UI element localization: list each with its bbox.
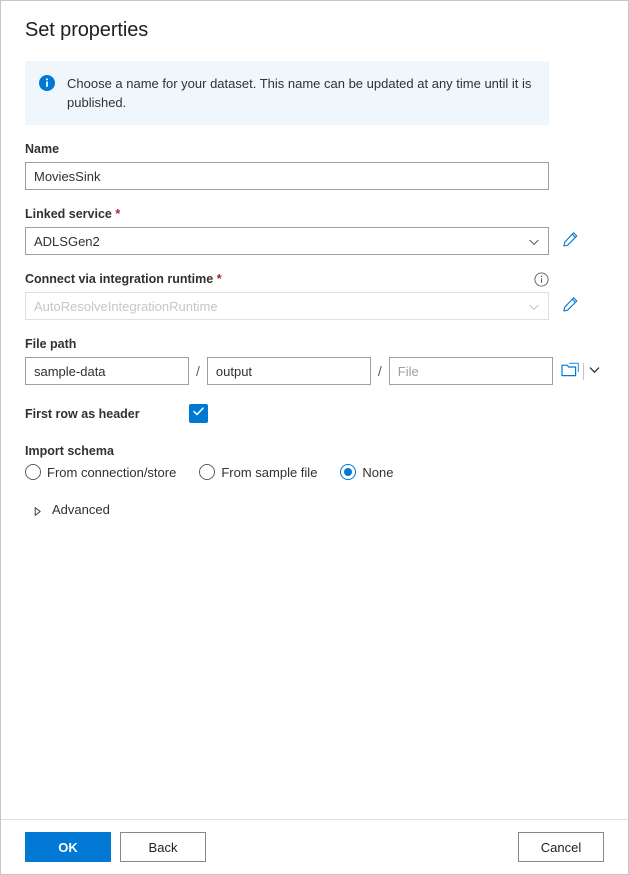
file-path-directory-input[interactable] [206, 357, 371, 385]
radio-circle-icon [25, 464, 41, 480]
radio-none[interactable]: None [340, 464, 394, 480]
first-row-header-label: First row as header [25, 406, 140, 421]
folder-browse-icon [561, 361, 580, 381]
linked-service-edit-button[interactable] [556, 227, 584, 255]
radio-circle-selected-icon [340, 464, 357, 480]
back-button[interactable]: Back [120, 832, 206, 862]
linked-service-label: Linked service * [25, 206, 604, 222]
integration-runtime-dropdown: AutoResolveIntegrationRuntime [25, 292, 549, 320]
required-asterisk: * [216, 272, 222, 286]
radio-label: None [362, 464, 394, 480]
dialog-footer: OK Back Cancel [1, 819, 628, 874]
set-properties-dialog: Set properties Choose a name for your da… [0, 0, 629, 875]
required-asterisk: * [115, 207, 121, 221]
advanced-label: Advanced [52, 502, 110, 517]
pencil-icon [562, 296, 579, 316]
advanced-expander[interactable]: Advanced [25, 502, 110, 517]
file-path-browse-button[interactable] [561, 357, 581, 385]
file-path-row: / / [25, 357, 604, 385]
pencil-icon [562, 231, 579, 251]
integration-runtime-row: AutoResolveIntegrationRuntime [25, 292, 604, 320]
file-path-label: File path [25, 337, 77, 351]
info-banner: Choose a name for your dataset. This nam… [25, 61, 549, 125]
integration-runtime-value: AutoResolveIntegrationRuntime [34, 298, 218, 314]
chevron-down-icon [528, 235, 540, 247]
name-label: Name [25, 142, 60, 156]
ok-button[interactable]: OK [25, 832, 111, 862]
name-field-group: Name [25, 141, 604, 190]
name-input[interactable] [25, 162, 549, 190]
checkmark-icon [192, 405, 205, 423]
chevron-down-icon [528, 300, 540, 312]
page-title: Set properties [25, 19, 149, 41]
linked-service-dropdown[interactable]: ADLSGen2 [25, 227, 549, 255]
radio-label: From connection/store [47, 464, 177, 480]
import-schema-label: Import schema [25, 444, 114, 458]
triangle-right-icon [32, 504, 43, 516]
first-row-header-row: First row as header [25, 404, 604, 423]
radio-dot [344, 468, 353, 476]
integration-runtime-label-text: Connect via integration runtime [25, 272, 214, 286]
dialog-body: Set properties Choose a name for your da… [1, 1, 628, 819]
integration-runtime-label: Connect via integration runtime * [25, 271, 222, 287]
linked-service-row: ADLSGen2 [25, 227, 604, 255]
info-filled-icon [39, 75, 55, 91]
integration-runtime-label-row: Connect via integration runtime * [25, 271, 549, 287]
integration-runtime-field-group: Connect via integration runtime * AutoRe… [25, 271, 604, 320]
file-path-divider [582, 362, 584, 380]
cancel-button[interactable]: Cancel [518, 832, 604, 862]
import-schema-radio-group: From connection/store From sample file N… [25, 464, 604, 480]
radio-label: From sample file [221, 464, 318, 480]
file-path-separator-1: / [196, 363, 200, 379]
info-banner-text: Choose a name for your dataset. This nam… [67, 76, 532, 110]
linked-service-value: ADLSGen2 [34, 233, 100, 249]
chevron-down-icon [588, 363, 601, 379]
integration-runtime-edit-button[interactable] [556, 292, 584, 320]
file-path-container-input[interactable] [25, 357, 189, 385]
radio-circle-icon [199, 464, 216, 480]
radio-from-sample-file[interactable]: From sample file [199, 464, 317, 480]
linked-service-label-text: Linked service [25, 207, 112, 221]
file-path-options-button[interactable] [586, 357, 604, 385]
first-row-header-checkbox[interactable] [189, 404, 208, 423]
radio-from-connection-store[interactable]: From connection/store [25, 464, 176, 480]
file-path-field-group: File path / / [25, 336, 604, 385]
file-path-file-input[interactable] [388, 357, 553, 385]
info-outline-icon[interactable] [534, 271, 549, 287]
file-path-separator-2: / [377, 363, 382, 379]
linked-service-field-group: Linked service * ADLSGen2 [25, 206, 604, 255]
